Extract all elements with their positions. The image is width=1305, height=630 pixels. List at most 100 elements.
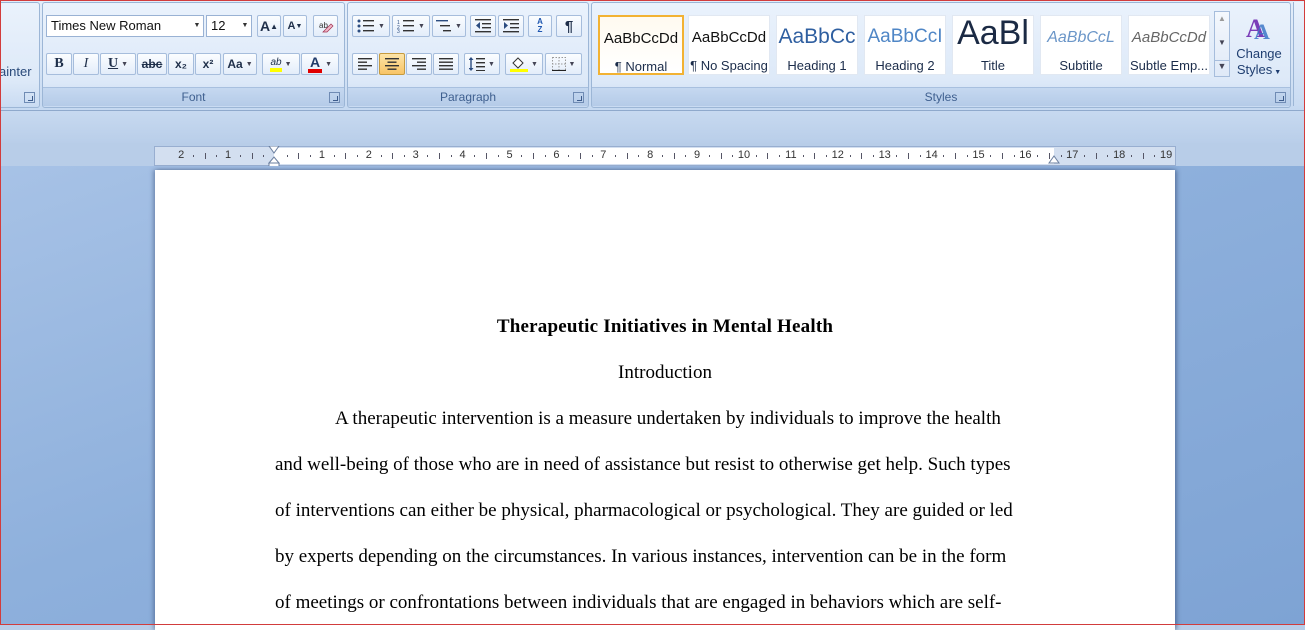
pilcrow-icon: ¶ (564, 17, 574, 35)
highlight-button[interactable]: ab ▼ (262, 53, 300, 75)
ruler-tick (919, 155, 921, 157)
style-name: ¶ No Spacing (690, 58, 768, 73)
font-size-value: 12 (211, 18, 226, 33)
change-styles-label-1: Change (1236, 46, 1282, 61)
ruler-number: 15 (972, 149, 985, 161)
horizontal-ruler[interactable]: 2 1 1 2 3 4 5 6 7 8 9 10 11 12 13 14 15 16 17 18 19 (154, 146, 1176, 168)
ruler-tick (544, 155, 546, 157)
ruler-tick (474, 155, 476, 157)
ruler-number: 9 (694, 149, 701, 161)
ruler-tick (1013, 155, 1015, 157)
font-group: Times New Roman ▼ 12 ▼ A ▲ A ▼ ab B I U ▼ a… (42, 2, 345, 108)
style-name: ¶ Normal (614, 59, 668, 74)
styles-group-label: Styles (592, 87, 1290, 106)
clipboard-group: ainter (0, 2, 40, 108)
clipboard-launcher-icon[interactable] (24, 92, 35, 103)
ruler-tick (1095, 153, 1097, 159)
style-subtle-emphasis[interactable]: AaBbCcDd Subtle Emp... (1128, 15, 1210, 75)
underline-icon: U (107, 56, 119, 71)
shading-button[interactable]: ▼ (505, 53, 543, 75)
align-right-icon (412, 58, 426, 70)
style-sample: AaBbCcDd (1131, 29, 1207, 46)
clear-formatting-button[interactable]: ab (313, 15, 338, 37)
ribbon-spacer (0, 111, 1305, 143)
ruler-tick (814, 153, 816, 159)
style-heading-1[interactable]: AaBbCc Heading 1 (776, 15, 858, 75)
bold-button[interactable]: B (46, 53, 72, 75)
style-sample: AaBbCcDd (691, 29, 767, 46)
font-size-combo[interactable]: 12 ▼ (206, 15, 252, 37)
ruler-tick (708, 155, 710, 157)
font-color-button[interactable]: A ▼ (301, 53, 339, 75)
ruler-number: 3 (412, 149, 419, 161)
style-name: Title (980, 58, 1006, 73)
ruler-tick (310, 155, 312, 157)
style-normal[interactable]: AaBbCcDd ¶ Normal (598, 15, 684, 75)
ruler-tick (1142, 153, 1144, 159)
underline-button[interactable]: U ▼ (100, 53, 136, 75)
show-formatting-button[interactable]: ¶ (556, 15, 582, 37)
ruler-tick (345, 153, 347, 159)
styles-scroll[interactable]: ▲ ▼ ▼ (1214, 11, 1230, 77)
increase-indent-button[interactable] (498, 15, 524, 37)
style-title[interactable]: AaBl Title (952, 14, 1034, 75)
justify-button[interactable] (433, 53, 459, 75)
italic-button[interactable]: I (73, 53, 99, 75)
ruler-tick (521, 155, 523, 157)
align-right-button[interactable] (406, 53, 432, 75)
align-center-button[interactable] (379, 53, 405, 75)
shrink-font-icon: A (287, 20, 296, 32)
styles-launcher-icon[interactable] (1275, 92, 1286, 103)
bullets-button[interactable]: ▼ (352, 15, 390, 37)
ruler-tick (966, 155, 968, 157)
font-launcher-icon[interactable] (329, 92, 340, 103)
ruler-tick (1060, 155, 1062, 157)
scroll-down-icon[interactable]: ▼ (1215, 38, 1229, 47)
sort-button[interactable]: A Z (528, 15, 552, 37)
ruler-tick (1107, 155, 1109, 157)
change-styles-button[interactable]: A A Change Styles ▼ (1234, 11, 1284, 89)
right-indent-marker-icon[interactable] (1048, 152, 1060, 166)
line-spacing-button[interactable]: ▼ (464, 53, 500, 75)
ruler-tick (239, 155, 241, 157)
ribbon: ainter Times New Roman ▼ 12 ▼ A ▲ A ▼ ab B… (0, 0, 1305, 111)
ruler-number: 14 (925, 149, 938, 161)
ruler-tick (591, 155, 593, 157)
first-line-indent-marker-icon[interactable] (268, 146, 280, 168)
shrink-font-button[interactable]: A ▼ (283, 15, 307, 37)
ruler-number: 1 (318, 149, 325, 161)
ruler-tick (802, 155, 804, 157)
strikethrough-button[interactable]: abc (137, 53, 167, 75)
align-left-button[interactable] (352, 53, 378, 75)
document-page[interactable]: Therapeutic Initiatives in Mental Health… (155, 170, 1175, 630)
subscript-button[interactable]: x₂ (168, 53, 194, 75)
font-name-combo[interactable]: Times New Roman ▼ (46, 15, 204, 37)
format-painter-label[interactable]: ainter (0, 64, 32, 79)
style-no-spacing[interactable]: AaBbCcDd ¶ No Spacing (688, 15, 770, 75)
style-heading-2[interactable]: AaBbCcI Heading 2 (864, 15, 946, 75)
change-case-button[interactable]: Aa ▼ (223, 53, 257, 75)
numbering-button[interactable]: 1 2 3 ▼ (392, 15, 430, 37)
borders-button[interactable]: ▼ (545, 53, 582, 75)
scroll-up-icon[interactable]: ▲ (1215, 14, 1229, 23)
ruler-tick (486, 153, 488, 159)
superscript-button[interactable]: x² (195, 53, 221, 75)
style-sample: AaBbCcI (867, 26, 943, 47)
ruler-number: 2 (178, 149, 185, 161)
font-name-dropdown-icon[interactable]: ▼ (191, 16, 203, 36)
ruler-tick (732, 155, 734, 157)
more-styles-icon[interactable]: ▼ (1215, 60, 1229, 71)
paragraph-launcher-icon[interactable] (573, 92, 584, 103)
grow-font-button[interactable]: A ▲ (257, 15, 281, 37)
multilevel-list-button[interactable]: ▼ (432, 15, 466, 37)
ruler-number: 5 (506, 149, 513, 161)
document-heading: Introduction (618, 362, 712, 383)
ruler-tick (403, 155, 405, 157)
ruler-number: 13 (878, 149, 891, 161)
strikethrough-icon: abc (141, 57, 163, 71)
style-subtitle[interactable]: AaBbCcL Subtitle (1040, 15, 1122, 75)
font-name-value: Times New Roman (51, 18, 162, 33)
paragraph-line: by experts depending on the circumstance… (275, 546, 1007, 567)
decrease-indent-button[interactable] (470, 15, 496, 37)
font-size-dropdown-icon[interactable]: ▼ (239, 16, 251, 36)
